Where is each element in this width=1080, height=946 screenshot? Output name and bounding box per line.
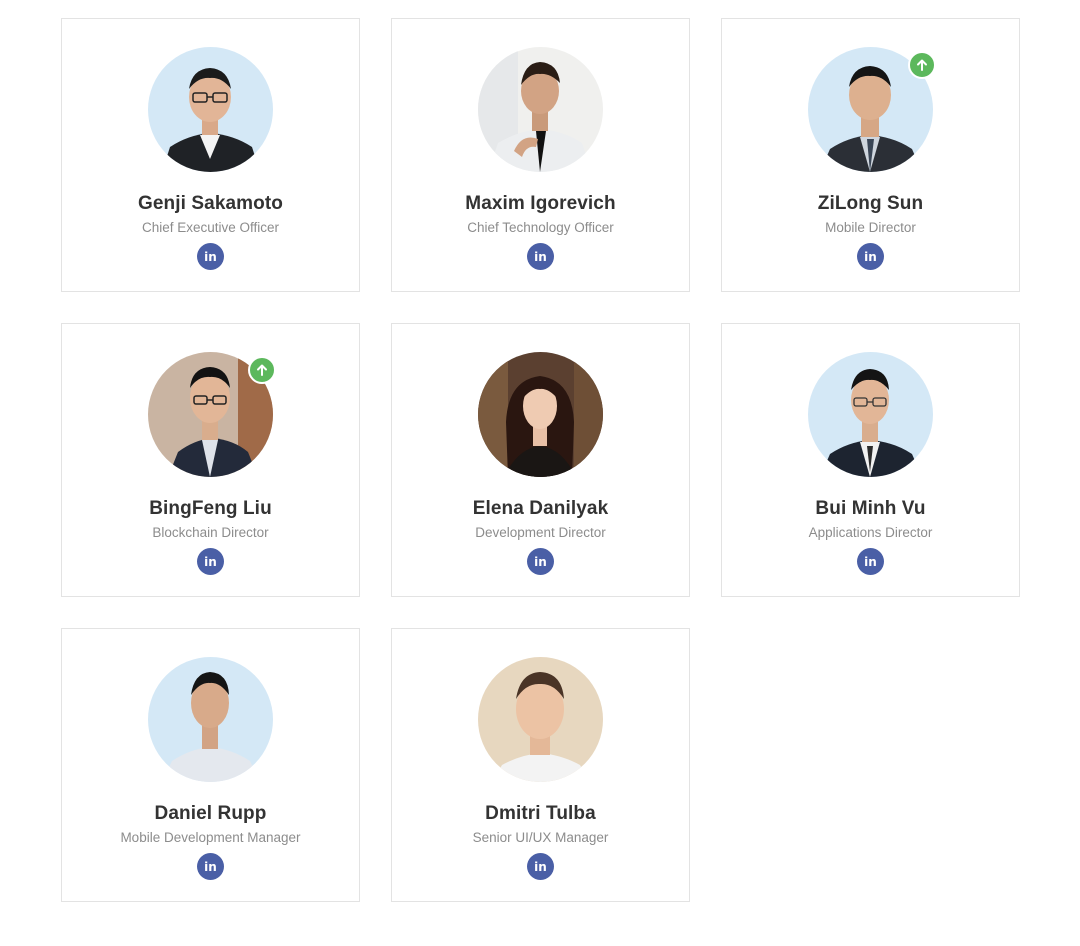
avatar [148, 657, 273, 782]
linkedin-button[interactable]: in [527, 853, 554, 880]
team-member-card: ZiLong Sun Mobile Director in [721, 18, 1020, 292]
verified-upload-badge-icon [908, 51, 936, 79]
avatar-wrap [478, 47, 603, 172]
linkedin-button[interactable]: in [857, 548, 884, 575]
avatar-wrap [808, 352, 933, 477]
avatar-wrap [148, 47, 273, 172]
team-member-card: Daniel Rupp Mobile Development Manager i… [61, 628, 360, 902]
linkedin-button[interactable]: in [197, 243, 224, 270]
member-name: Dmitri Tulba [485, 803, 596, 824]
linkedin-button[interactable]: in [197, 548, 224, 575]
avatar [808, 352, 933, 477]
avatar-wrap [478, 657, 603, 782]
linkedin-icon: in [204, 555, 217, 569]
avatar-wrap [808, 47, 936, 172]
team-member-card: Dmitri Tulba Senior UI/UX Manager in [391, 628, 690, 902]
avatar [478, 352, 603, 477]
team-member-card: Elena Danilyak Development Director in [391, 323, 690, 597]
member-name: Genji Sakamoto [138, 193, 283, 214]
avatar [478, 657, 603, 782]
team-member-card: BingFeng Liu Blockchain Director in [61, 323, 360, 597]
member-title: Mobile Development Manager [120, 830, 301, 845]
avatar [148, 47, 273, 172]
linkedin-icon: in [204, 250, 217, 264]
member-title: Development Director [475, 525, 606, 540]
team-member-card: Maxim Igorevich Chief Technology Officer… [391, 18, 690, 292]
team-grid: Genji Sakamoto Chief Executive Officer i… [61, 18, 1020, 902]
team-member-card: Bui Minh Vu Applications Director in [721, 323, 1020, 597]
linkedin-icon: in [534, 555, 547, 569]
team-member-card: Genji Sakamoto Chief Executive Officer i… [61, 18, 360, 292]
member-name: ZiLong Sun [817, 193, 924, 214]
member-name: Elena Danilyak [472, 498, 609, 519]
member-title: Applications Director [808, 525, 933, 540]
avatar-wrap [148, 657, 273, 782]
member-title: Blockchain Director [152, 525, 269, 540]
linkedin-button[interactable]: in [197, 853, 224, 880]
linkedin-icon: in [534, 250, 547, 264]
member-title: Senior UI/UX Manager [472, 830, 609, 845]
verified-upload-badge-icon [248, 356, 276, 384]
member-title: Mobile Director [825, 220, 916, 235]
linkedin-button[interactable]: in [857, 243, 884, 270]
avatar-wrap [478, 352, 603, 477]
linkedin-icon: in [204, 860, 217, 874]
linkedin-icon: in [864, 555, 877, 569]
linkedin-icon: in [534, 860, 547, 874]
avatar-wrap [148, 352, 276, 477]
member-name: Bui Minh Vu [815, 498, 926, 519]
linkedin-button[interactable]: in [527, 548, 554, 575]
linkedin-icon: in [864, 250, 877, 264]
avatar [478, 47, 603, 172]
member-title: Chief Executive Officer [141, 220, 280, 235]
member-name: BingFeng Liu [149, 498, 272, 519]
member-title: Chief Technology Officer [467, 220, 614, 235]
member-name: Daniel Rupp [154, 803, 267, 824]
linkedin-button[interactable]: in [527, 243, 554, 270]
member-name: Maxim Igorevich [465, 193, 616, 214]
